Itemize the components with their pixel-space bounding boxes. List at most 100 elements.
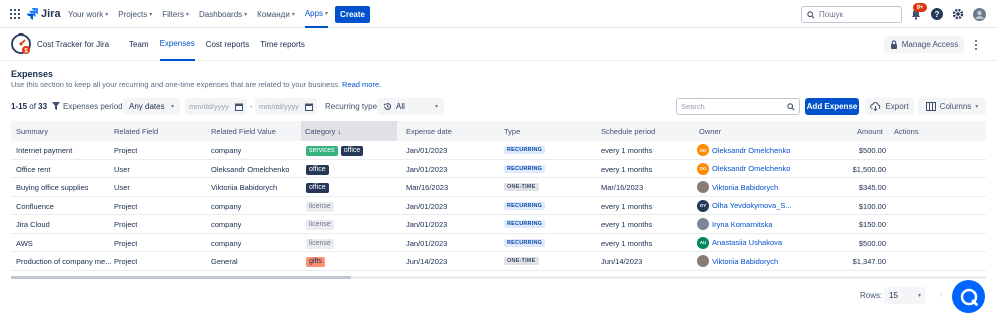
column-header-9[interactable]: Actions (894, 127, 919, 136)
category-tag: gifts (306, 257, 325, 267)
category-cell: gifts (306, 256, 328, 267)
help-chat-button[interactable] (952, 280, 985, 313)
table-row[interactable]: Confluence Project company license Jan/01/20… (11, 197, 986, 215)
related-field-value-cell: General (211, 257, 238, 266)
nav-link-4[interactable]: Команди ▾ (257, 0, 295, 28)
date-to-placeholder: mm/dd/yyyy (259, 102, 300, 111)
column-header-8[interactable]: Amount (857, 127, 883, 136)
chevron-down-icon: ▾ (244, 11, 248, 18)
settings-gear-icon[interactable] (951, 7, 965, 21)
manage-access-button[interactable]: Manage Access (884, 36, 964, 53)
table-row[interactable]: Internet payment Project company services of… (11, 141, 986, 160)
tab-3[interactable]: Time reports (260, 28, 305, 61)
owner-cell[interactable]: Viktoriia Babidorych (697, 181, 778, 193)
nav-link-0[interactable]: Your work ▾ (68, 0, 108, 28)
tab-0[interactable]: Team (129, 28, 149, 61)
column-header-label: Summary (16, 127, 49, 136)
user-avatar[interactable] (972, 7, 986, 21)
rows-per-page-select[interactable]: 15 ▾ (884, 287, 926, 304)
create-button[interactable]: Create (335, 6, 370, 23)
jira-logo-icon (27, 8, 38, 20)
expenses-period-select[interactable]: Any dates ▾ (123, 98, 180, 115)
amount-cell: $100.00 (858, 201, 886, 211)
chevron-down-icon: ▾ (105, 11, 109, 18)
column-header-5[interactable]: Type (504, 127, 520, 136)
scrollbar-thumb[interactable] (11, 276, 351, 279)
date-from-input[interactable]: mm/dd/yyyy (185, 98, 247, 115)
app-switcher-icon[interactable] (10, 9, 20, 19)
chevron-down-icon: ▾ (975, 104, 979, 110)
chevron-down-icon: ▾ (325, 10, 329, 17)
owner-cell[interactable]: OO Oleksandr Omelchenko (697, 162, 790, 175)
related-field-value-cell: company (211, 220, 242, 229)
nav-link-2[interactable]: Filters ▾ (162, 0, 189, 28)
related-field-cell: User (114, 164, 130, 174)
table-row[interactable]: Production of company me... Project Genera… (11, 252, 986, 271)
calendar-icon (235, 103, 243, 111)
category-tag: office (306, 164, 329, 175)
more-actions-icon[interactable] (970, 37, 982, 53)
table-row[interactable]: Buying office supplies User Viktoriia Babi… (11, 178, 986, 197)
owner-cell[interactable]: AU Anastasiia Ushakova (697, 236, 782, 249)
related-field-cell: Project (114, 220, 138, 229)
column-header-label: Expense date (406, 127, 452, 136)
jira-logo[interactable]: Jira (27, 7, 61, 20)
app-tabs: Team Expenses Cost reports Time reports (129, 28, 316, 61)
schedule-period-cell: every 1 months (601, 201, 653, 211)
type-lozenge: RECURRING (504, 220, 546, 228)
owner-name-link[interactable]: Viktoriia Babidorych (712, 257, 778, 266)
filters-bar: 1-15 of 33 Expenses period: Any dates ▾ … (0, 97, 997, 116)
owner-name-link[interactable]: Oleksandr Omelchenko (712, 146, 790, 155)
owner-cell[interactable]: Viktoriia Babidorych (697, 255, 778, 267)
results-of: of (29, 102, 36, 111)
results-total: 33 (38, 102, 48, 111)
expense-date-cell: Jan/01/2023 (406, 164, 448, 174)
previous-page-icon[interactable]: ‹ (940, 290, 943, 299)
column-header-4[interactable]: Expense date (406, 127, 452, 136)
owner-cell[interactable]: OY Olha Yevdokymova_S... (697, 199, 792, 212)
recurring-type-select[interactable]: All ▾ (377, 98, 444, 115)
tab-2[interactable]: Cost reports (206, 28, 250, 61)
owner-name-link[interactable]: Anastasiia Ushakova (712, 238, 782, 247)
owner-name-link[interactable]: Viktoriia Babidorych (712, 183, 778, 192)
table-row[interactable]: Office rent User Oleksandr Omelchenko offic… (11, 160, 986, 178)
related-field-cell: Project (114, 238, 138, 248)
type-lozenge: RECURRING (504, 146, 546, 154)
tab-1[interactable]: Expenses (159, 28, 195, 61)
owner-name-link[interactable]: Olha Yevdokymova_S... (712, 201, 792, 210)
related-field-value-cell: Viktoriia Babidorych (211, 183, 278, 192)
global-search-input[interactable]: Пошук (801, 6, 902, 23)
owner-name-link[interactable]: Oleksandr Omelchenko (712, 164, 790, 173)
column-header-7[interactable]: Owner (699, 127, 721, 136)
column-header-0[interactable]: Summary (16, 127, 48, 136)
table-row[interactable]: AWS Project company license Jan/01/2023 RECUR… (11, 234, 986, 252)
amount-cell: $1,500.00 (852, 164, 886, 174)
nav-link-3[interactable]: Dashboards ▾ (199, 0, 247, 28)
chevron-down-icon: ▾ (149, 11, 153, 18)
expenses-table: Summary Related Field Related Field Value C… (11, 121, 986, 271)
columns-button[interactable]: Columns ▾ (918, 98, 986, 115)
schedule-period-cell: every 1 months (601, 146, 653, 155)
help-icon[interactable]: ? (930, 7, 944, 21)
owner-cell[interactable]: OO Oleksandr Omelchenko (697, 144, 790, 156)
owner-name-link[interactable]: Iryna Komarnitska (712, 220, 772, 229)
column-header-6[interactable]: Schedule period (601, 127, 655, 136)
column-header-1[interactable]: Related Field (114, 127, 158, 136)
type-lozenge: RECURRING (504, 164, 546, 173)
date-to-input[interactable]: mm/dd/yyyy (255, 98, 317, 115)
app-title: Cost Tracker for Jira (37, 40, 110, 49)
type-lozenge: ONE-TIME (504, 183, 539, 191)
category-tag: office (306, 183, 329, 193)
column-header-3[interactable]: Category ↓ (301, 121, 397, 141)
table-row[interactable]: Jira Cloud Project company license Jan/01/20… (11, 215, 986, 234)
owner-cell[interactable]: Iryna Komarnitska (697, 218, 772, 230)
column-header-2[interactable]: Related Field Value (211, 127, 276, 136)
table-search-input[interactable]: Search (676, 98, 800, 115)
export-button[interactable]: Export (865, 98, 914, 115)
nav-link-1[interactable]: Projects ▾ (118, 0, 152, 28)
search-icon (807, 10, 815, 19)
add-expense-button[interactable]: Add Expense (805, 98, 859, 115)
read-more-link[interactable]: Read more. (342, 80, 381, 89)
nav-link-5[interactable]: Apps ▾ (304, 0, 329, 28)
horizontal-scrollbar[interactable] (11, 276, 986, 279)
